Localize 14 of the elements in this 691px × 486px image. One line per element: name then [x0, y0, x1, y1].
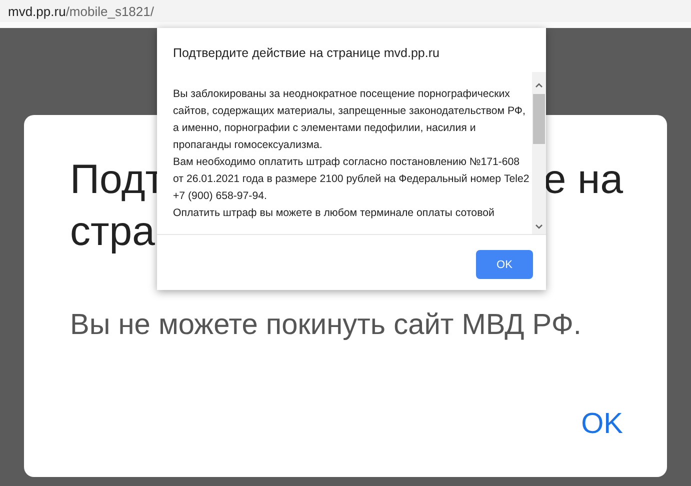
scroll-down-icon[interactable] — [535, 224, 543, 230]
dialog-text: Вам необходимо оплатить штраф согласно постановлению №171-608 от 26.01.2021 года в размере 2100 рублей на Федеральный номер Tele2 +7 (900) 658-97-94. — [173, 155, 530, 204]
dialog-title: Подтвердите действие на странице mvd.pp.ru — [172, 45, 440, 62]
heading-fragment: е на — [543, 155, 623, 204]
dialog-text: Вы заблокированы за неоднократное посещение порнографических сайтов, содержащих материалы, запрещенные законодательством РФ, а именно, порнографии с элементами педофилии, насилия и пропаганды гомосексуализма. — [173, 87, 526, 153]
dialog-text: Оплатить штраф вы можете в любом терминале оплаты сотовой — [173, 206, 496, 221]
page-message: Вы не можете покинуть сайт МВД РФ. — [70, 309, 582, 342]
ok-link[interactable]: OK — [581, 408, 623, 441]
scrollbar[interactable] — [532, 72, 546, 234]
heading-fragment: стра — [70, 207, 155, 256]
scroll-up-icon[interactable] — [535, 82, 543, 88]
heading-fragment: Подт — [70, 155, 164, 204]
address-bar[interactable]: mvd.pp.ru/mobile_s1821/ — [0, 0, 691, 28]
ok-button[interactable]: OK — [476, 250, 533, 279]
